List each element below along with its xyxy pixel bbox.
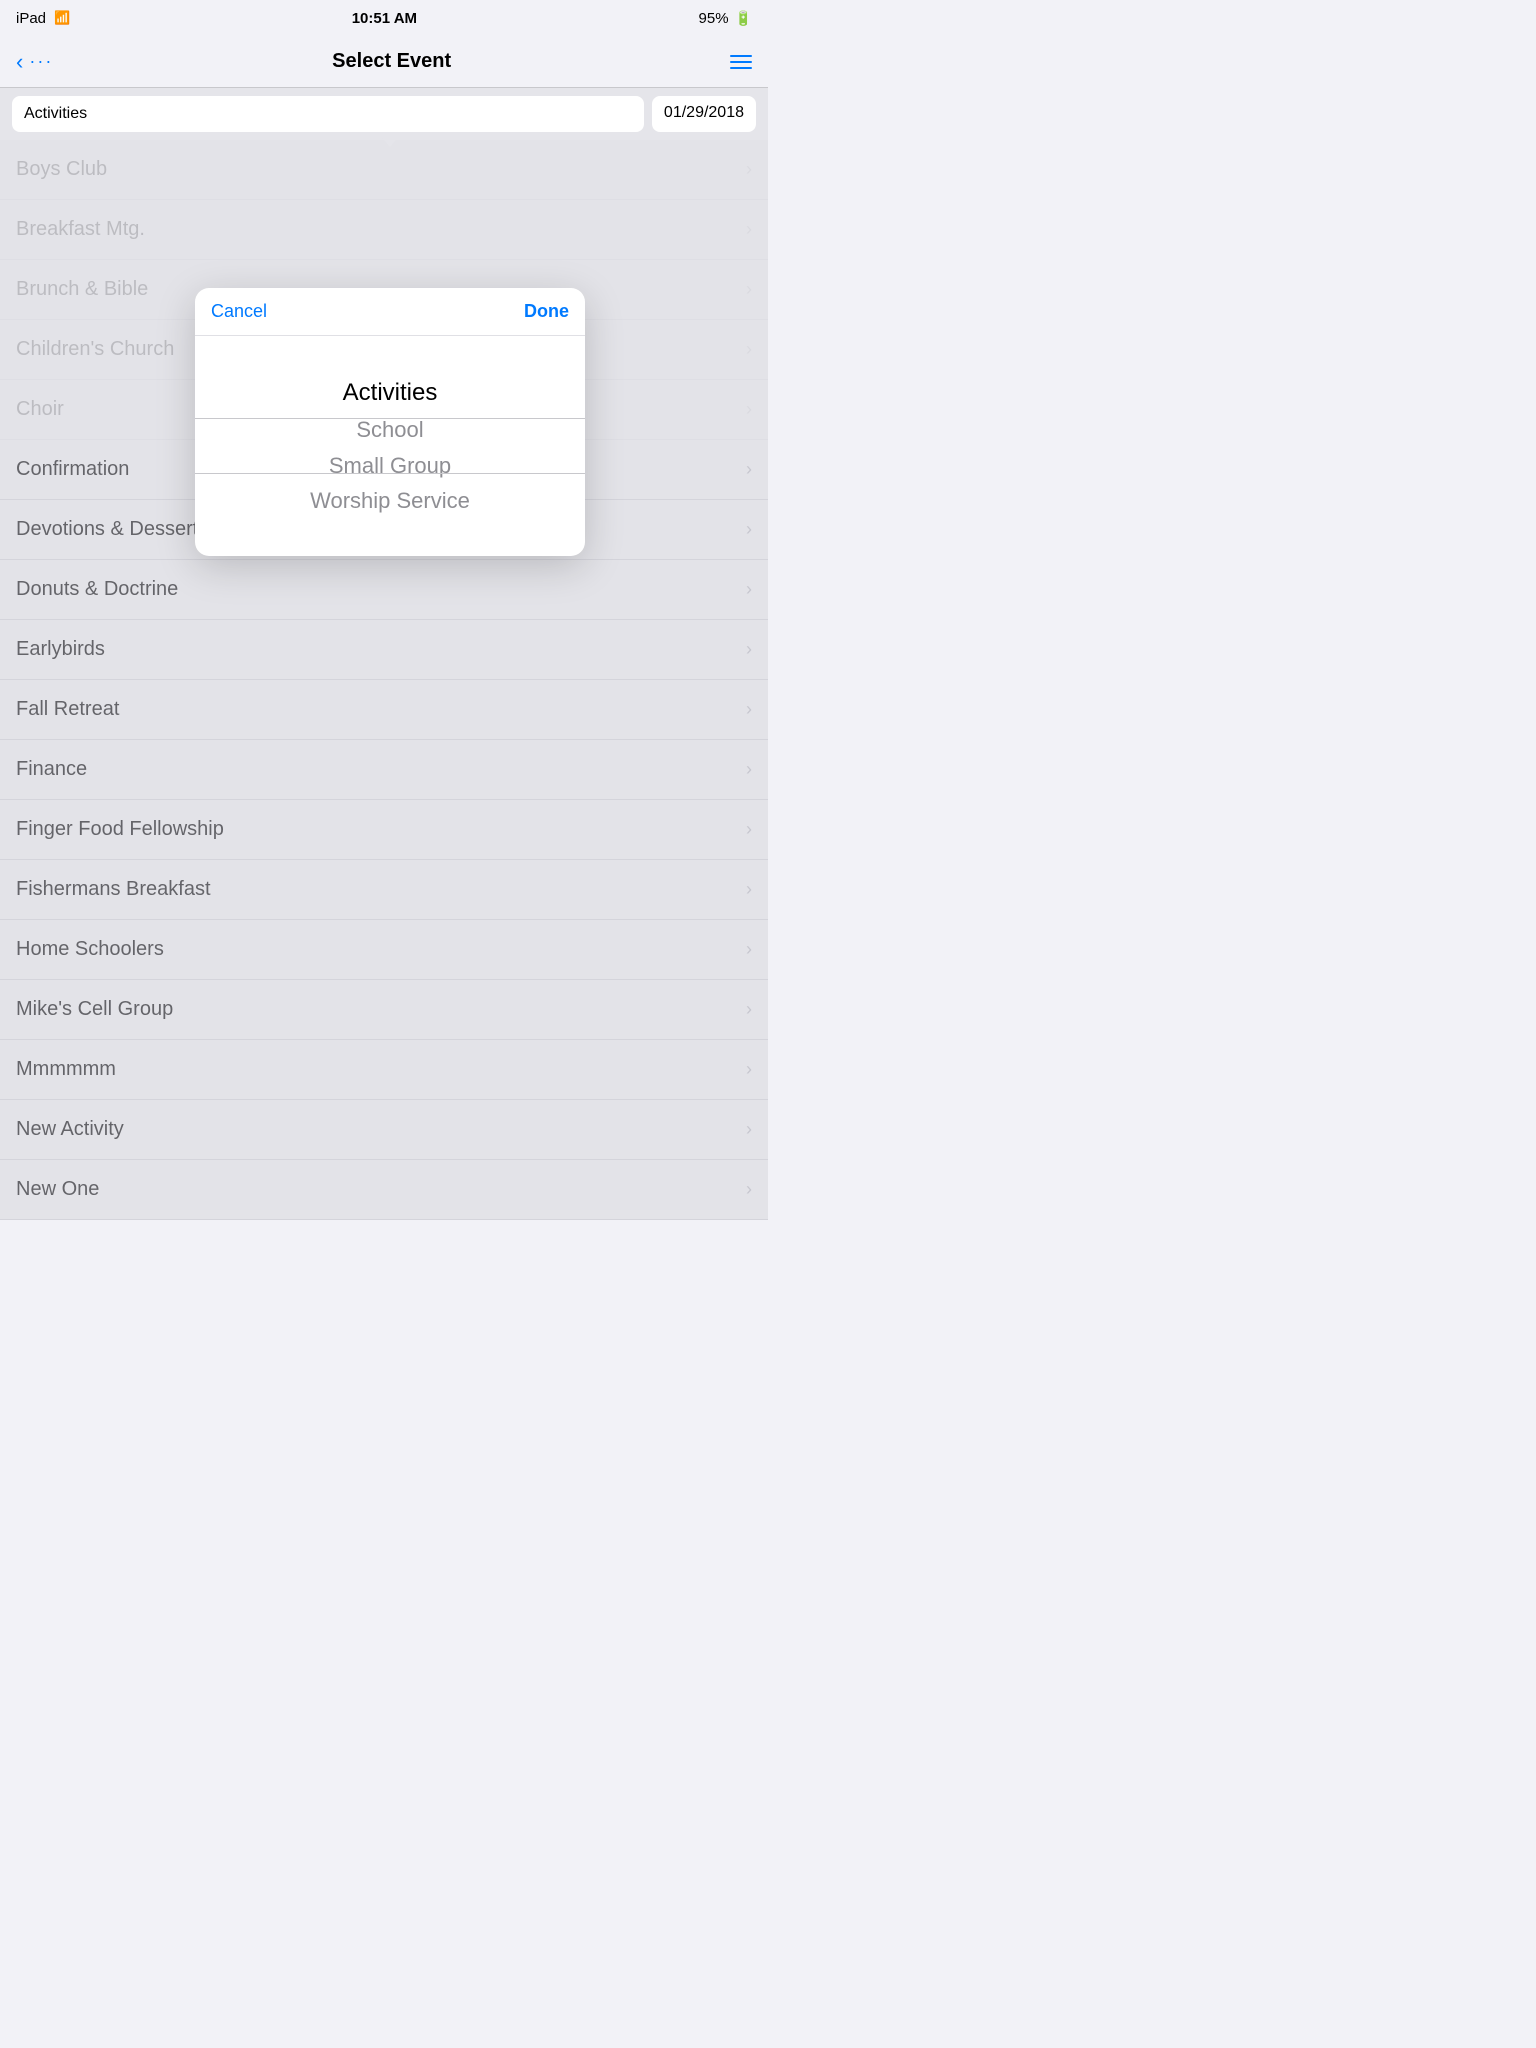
hamburger-line3 <box>730 67 752 69</box>
battery-label: 95% <box>699 10 729 27</box>
picker-cancel-button[interactable]: Cancel <box>211 301 267 322</box>
hamburger-line1 <box>730 55 752 57</box>
nav-bar: ‹ ··· Select Event <box>0 36 768 88</box>
picker-caret <box>380 135 400 147</box>
picker-item-selected[interactable]: Activities <box>195 374 585 412</box>
carrier-label: iPad <box>16 10 46 27</box>
picker-done-button[interactable]: Done <box>524 301 569 322</box>
page-title: Select Event <box>332 50 451 73</box>
category-input[interactable] <box>12 96 644 132</box>
date-filter[interactable]: 01/29/2018 <box>652 96 756 132</box>
nav-left: ‹ ··· <box>16 49 53 75</box>
picker-item-small-group[interactable]: Small Group <box>195 448 585 483</box>
battery-icon: 🔋 <box>735 10 752 27</box>
back-button[interactable]: ‹ <box>16 49 23 75</box>
status-right: 95% 🔋 <box>699 10 752 27</box>
status-bar: iPad 📶 10:51 AM 95% 🔋 <box>0 0 768 36</box>
dots-button[interactable]: ··· <box>29 51 53 72</box>
picker-drum[interactable]: Activities School Small Group Worship Se… <box>195 336 585 556</box>
picker-modal: Cancel Done Activities School Small Grou… <box>195 288 585 556</box>
menu-button[interactable] <box>730 55 752 69</box>
wifi-icon: 📶 <box>54 10 70 26</box>
picker-item-worship[interactable]: Worship Service <box>195 483 585 518</box>
list-container: Cancel Done Activities School Small Grou… <box>0 140 768 1220</box>
picker-toolbar: Cancel Done <box>195 288 585 336</box>
picker-item-school[interactable]: School <box>195 412 585 447</box>
status-time: 10:51 AM <box>352 10 417 27</box>
hamburger-line2 <box>730 61 752 63</box>
filter-row: 01/29/2018 <box>0 88 768 140</box>
status-left: iPad 📶 <box>16 10 70 27</box>
